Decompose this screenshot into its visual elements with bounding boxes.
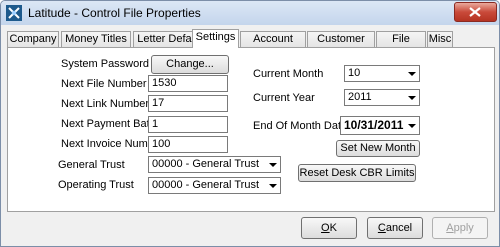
chevron-down-icon xyxy=(408,72,416,76)
next-link-number-label: Next Link Number xyxy=(61,98,150,110)
apply-mnemonic: A xyxy=(446,222,454,234)
current-year-dropdown-arrow[interactable] xyxy=(405,90,419,105)
current-year-value: 2011 xyxy=(348,91,372,103)
tab-misc[interactable]: Misc xyxy=(427,31,453,47)
operating-trust-select[interactable]: 00000 - General Trust xyxy=(148,177,281,194)
ok-label: K xyxy=(329,222,337,234)
current-month-select[interactable]: 10 xyxy=(344,65,420,82)
next-link-number-field[interactable]: 17 xyxy=(148,95,228,112)
current-month-label: Current Month xyxy=(253,68,324,80)
end-of-month-date-dropdown-arrow[interactable] xyxy=(405,117,419,134)
next-invoice-number-field[interactable]: 100 xyxy=(148,136,228,153)
end-of-month-date-value: 10/31/2011 xyxy=(344,118,404,132)
operating-trust-value: 00000 - General Trust xyxy=(152,179,260,191)
end-of-month-date-label: End Of Month Date xyxy=(253,120,348,132)
close-icon xyxy=(469,7,481,17)
chevron-down-icon xyxy=(269,184,277,188)
tab-settings[interactable]: Settings xyxy=(192,29,239,48)
next-file-number-field[interactable]: 1530 xyxy=(148,75,228,92)
next-payment-batch-label: Next Payment Batch xyxy=(61,118,162,130)
end-of-month-date-picker[interactable]: 10/31/2011 xyxy=(340,116,420,135)
operating-trust-label: Operating Trust xyxy=(58,179,134,191)
tab-account-titles[interactable]: Account Titles xyxy=(240,31,306,60)
ok-button[interactable]: OK xyxy=(301,217,357,239)
app-icon xyxy=(6,5,22,21)
general-trust-label: General Trust xyxy=(58,159,125,171)
tab-company[interactable]: Company xyxy=(7,31,59,47)
title-bar[interactable]: Latitude - Control File Properties xyxy=(1,1,499,25)
operating-trust-dropdown-arrow[interactable] xyxy=(266,178,280,193)
chevron-down-icon xyxy=(408,124,416,128)
current-year-label: Current Year xyxy=(253,92,315,104)
current-month-value: 10 xyxy=(348,67,361,79)
cancel-mnemonic: C xyxy=(377,222,386,234)
current-month-dropdown-arrow[interactable] xyxy=(405,66,419,81)
change-password-button[interactable]: Change... xyxy=(151,55,229,74)
next-file-number-label: Next File Number xyxy=(61,78,147,90)
cancel-label: ancel xyxy=(385,222,413,234)
current-year-select[interactable]: 2011 xyxy=(344,89,420,106)
chevron-down-icon xyxy=(408,96,416,100)
set-new-month-button[interactable]: Set New Month xyxy=(336,140,420,157)
system-password-label: System Password xyxy=(61,58,150,70)
cancel-button[interactable]: Cancel xyxy=(367,217,423,239)
tab-file-paths[interactable]: File Paths xyxy=(376,31,426,60)
apply-button[interactable]: Apply xyxy=(432,217,488,239)
tab-money-titles[interactable]: Money Titles xyxy=(61,31,131,47)
general-trust-select[interactable]: 00000 - General Trust xyxy=(148,156,281,173)
chevron-down-icon xyxy=(269,163,277,167)
settings-panel: System Password Change... Next File Numb… xyxy=(7,47,495,212)
next-payment-batch-field[interactable]: 1 xyxy=(148,116,228,133)
reset-desk-cbr-limits-button[interactable]: Reset Desk CBR Limits xyxy=(298,164,416,182)
window-title: Latitude - Control File Properties xyxy=(28,6,201,20)
general-trust-dropdown-arrow[interactable] xyxy=(266,157,280,172)
general-trust-value: 00000 - General Trust xyxy=(152,158,260,170)
ok-mnemonic: O xyxy=(321,222,330,234)
apply-label: pply xyxy=(453,222,474,234)
close-button[interactable] xyxy=(454,2,497,22)
window: Latitude - Control File Properties Compa… xyxy=(0,0,500,247)
tab-customer-titles[interactable]: Customer Titles xyxy=(307,31,375,60)
dialog-body: Company Money Titles Letter Defaults Set… xyxy=(5,25,495,242)
